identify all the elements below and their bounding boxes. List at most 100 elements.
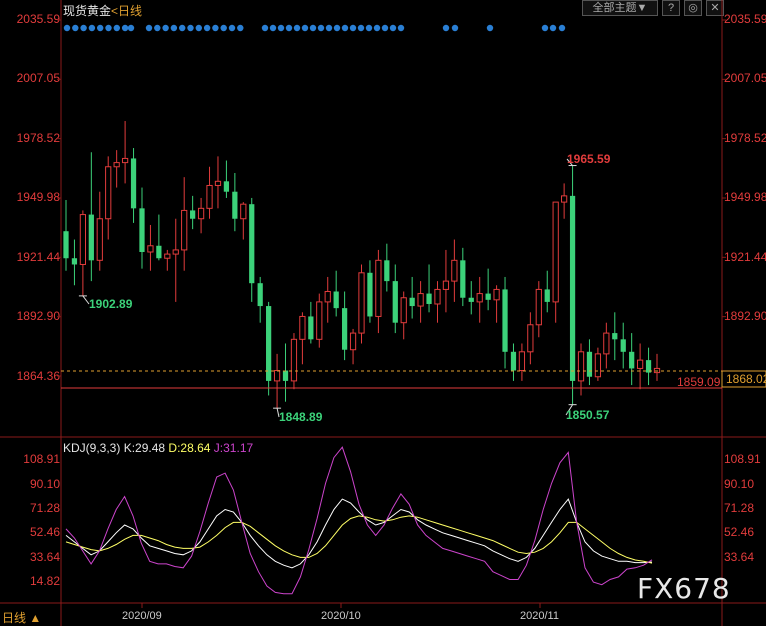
chart-canvas[interactable]: 1868.02 1859.09 1902.89 1848.89 1965.59 1850.… bbox=[0, 0, 766, 626]
date-label: 2020/09 bbox=[122, 610, 162, 622]
candle-body bbox=[121, 157, 129, 164]
candle-body bbox=[156, 245, 162, 259]
candle-body bbox=[206, 184, 213, 209]
signal-dot bbox=[145, 24, 153, 32]
candle-body bbox=[164, 253, 171, 259]
candle-body bbox=[63, 231, 69, 259]
signal-dot bbox=[113, 24, 121, 32]
candle-body bbox=[400, 297, 407, 324]
candle-body bbox=[485, 293, 491, 300]
candle-body bbox=[223, 181, 230, 192]
signal-dot bbox=[486, 24, 494, 32]
candle-body bbox=[552, 201, 559, 303]
kdj-line-k bbox=[65, 498, 653, 569]
signal-dot bbox=[365, 24, 373, 32]
candle-body bbox=[214, 180, 222, 186]
signal-dot bbox=[442, 24, 450, 32]
candle-body bbox=[273, 370, 281, 382]
candle-body bbox=[476, 293, 483, 303]
candle-body bbox=[341, 308, 348, 350]
signal-dot bbox=[170, 24, 178, 32]
candle-body bbox=[502, 289, 508, 352]
candle-body bbox=[190, 210, 196, 219]
candle-body bbox=[249, 204, 255, 284]
candle-body bbox=[426, 293, 432, 304]
signal-dot bbox=[277, 24, 285, 32]
candle-body bbox=[88, 214, 94, 261]
candle-body bbox=[460, 260, 466, 298]
candle-body bbox=[316, 301, 323, 340]
low-annotation-label: 1848.89 bbox=[279, 410, 323, 424]
low-annotation-label: 1902.89 bbox=[89, 297, 133, 311]
period-selector[interactable]: 日线 ▲ bbox=[2, 609, 41, 626]
candle-body bbox=[586, 351, 593, 377]
signal-dot bbox=[212, 24, 219, 32]
candle-body bbox=[299, 315, 306, 340]
signal-dot bbox=[88, 24, 96, 32]
signal-dot bbox=[220, 24, 227, 32]
candle-body bbox=[409, 297, 415, 307]
candle-body bbox=[384, 260, 390, 282]
signal-dot bbox=[301, 24, 309, 32]
candle-body bbox=[493, 288, 500, 301]
signal-dot bbox=[317, 24, 325, 32]
candle-body bbox=[113, 162, 120, 168]
candle-body bbox=[282, 370, 289, 381]
signal-dot bbox=[333, 24, 341, 32]
signal-dot bbox=[237, 24, 244, 32]
signal-dot bbox=[187, 24, 194, 32]
signal-dot bbox=[179, 24, 186, 32]
signal-dot bbox=[72, 24, 79, 32]
candle-body bbox=[349, 332, 357, 351]
signal-dot bbox=[228, 24, 236, 32]
signal-dot bbox=[349, 24, 357, 32]
candle-body bbox=[518, 351, 526, 372]
signal-dot bbox=[397, 24, 405, 32]
candle-body bbox=[603, 332, 610, 355]
current-price-value: 1868.02 bbox=[726, 372, 766, 386]
signal-dot bbox=[341, 24, 349, 32]
signal-dot bbox=[127, 24, 135, 32]
signal-dot bbox=[325, 24, 333, 32]
signal-dot bbox=[389, 24, 397, 32]
candle-body bbox=[561, 195, 568, 203]
candle-body bbox=[240, 203, 247, 220]
signal-dot bbox=[541, 24, 549, 32]
candle-body bbox=[172, 249, 179, 255]
signal-dot bbox=[381, 24, 389, 32]
candle-body bbox=[308, 316, 314, 340]
date-label: 2020/10 bbox=[321, 610, 361, 622]
signal-dot bbox=[285, 24, 293, 32]
candle-body bbox=[367, 272, 373, 317]
candle-body bbox=[620, 339, 626, 352]
candle-body bbox=[612, 333, 618, 340]
candle-body bbox=[333, 291, 339, 309]
candle-body bbox=[96, 218, 103, 261]
period-label: 日线 bbox=[2, 611, 27, 625]
signal-dot bbox=[293, 24, 301, 32]
signal-dot bbox=[549, 24, 557, 32]
candle-body bbox=[324, 291, 331, 303]
signal-dot bbox=[451, 24, 459, 32]
candle-body bbox=[527, 324, 534, 353]
reference-price-label: 1859.09 bbox=[677, 375, 721, 389]
current-price-box: 1868.02 bbox=[721, 370, 766, 388]
candle-body bbox=[468, 297, 474, 302]
signal-dot bbox=[97, 24, 104, 32]
signal-dot bbox=[269, 24, 277, 32]
candle-body bbox=[451, 259, 458, 282]
candle-body bbox=[544, 289, 550, 302]
signal-dot bbox=[357, 24, 365, 32]
candle-body bbox=[139, 208, 145, 253]
candle-body bbox=[569, 195, 576, 381]
candle-body bbox=[130, 158, 137, 209]
candle-body bbox=[417, 293, 424, 307]
candle-body bbox=[510, 351, 517, 371]
candle-body bbox=[636, 359, 644, 369]
signal-dot bbox=[162, 24, 169, 32]
candle-body bbox=[375, 259, 382, 317]
high-annotation-label: 1965.59 bbox=[567, 152, 611, 166]
date-label: 2020/11 bbox=[520, 610, 559, 622]
candle-body bbox=[629, 351, 635, 369]
signal-dot bbox=[121, 24, 129, 32]
